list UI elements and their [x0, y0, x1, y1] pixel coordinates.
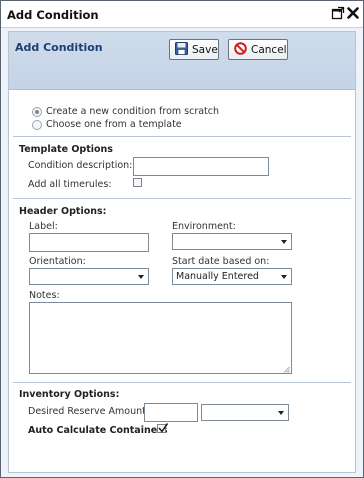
chevron-down-icon — [281, 240, 287, 244]
auto-calculate-checkbox[interactable] — [157, 423, 169, 433]
checkmark-icon — [158, 423, 169, 433]
template-options-heading: Template Options — [19, 144, 113, 155]
chevron-down-icon — [281, 275, 287, 279]
auto-calculate-label: Auto Calculate Containers — [28, 425, 168, 436]
start-date-select[interactable]: Manually Entered — [172, 268, 292, 285]
dialog-content-panel: Add Condition Save Cancel Create a new c… — [8, 31, 356, 473]
notes-textarea[interactable] — [29, 302, 292, 374]
add-condition-dialog: Add Condition Add Condition Save Cancel … — [0, 0, 364, 478]
environment-select[interactable] — [172, 233, 292, 250]
section-divider — [13, 198, 351, 199]
add-timerules-label: Add all timerules: — [28, 179, 112, 190]
save-label: Save — [192, 43, 218, 56]
prohibited-icon — [234, 41, 247, 58]
orientation-label: Orientation: — [29, 256, 86, 267]
section-divider — [13, 382, 351, 383]
label-input[interactable] — [29, 233, 149, 252]
header-options-heading: Header Options: — [19, 206, 107, 217]
option-scratch-label: Create a new condition from scratch — [46, 106, 220, 117]
cancel-button[interactable]: Cancel — [228, 39, 288, 60]
header-band: Add Condition Save Cancel — [9, 32, 355, 90]
section-divider — [13, 136, 351, 137]
desired-reserve-input[interactable] — [144, 403, 198, 422]
orientation-select[interactable] — [29, 268, 149, 285]
resize-grip-icon[interactable] — [283, 365, 290, 373]
chevron-down-icon — [138, 275, 144, 279]
radio-create-from-scratch[interactable] — [32, 107, 42, 117]
floppy-disk-icon — [175, 41, 188, 58]
window-title: Add Condition — [7, 8, 99, 22]
desired-reserve-label: Desired Reserve Amount — [28, 406, 146, 417]
radio-choose-template[interactable] — [32, 120, 42, 130]
save-button[interactable]: Save — [169, 39, 219, 60]
start-date-label: Start date based on: — [172, 256, 270, 267]
cancel-label: Cancel — [251, 43, 287, 56]
close-icon[interactable] — [346, 6, 360, 20]
environment-label: Environment: — [172, 221, 236, 232]
label-field-label: Label: — [29, 221, 58, 232]
inventory-options-heading: Inventory Options: — [19, 389, 120, 400]
add-timerules-checkbox[interactable] — [133, 178, 142, 187]
option-template-label: Choose one from a template — [46, 119, 182, 130]
start-date-value: Manually Entered — [176, 271, 259, 282]
reserve-unit-select[interactable] — [201, 404, 289, 421]
title-bar[interactable]: Add Condition — [1, 1, 363, 28]
notes-label: Notes: — [29, 290, 60, 301]
condition-description-label: Condition description: — [28, 160, 133, 171]
maximize-icon[interactable] — [331, 6, 345, 20]
condition-description-input[interactable] — [133, 157, 269, 176]
header-title: Add Condition — [15, 41, 103, 54]
chevron-down-icon — [278, 411, 284, 415]
